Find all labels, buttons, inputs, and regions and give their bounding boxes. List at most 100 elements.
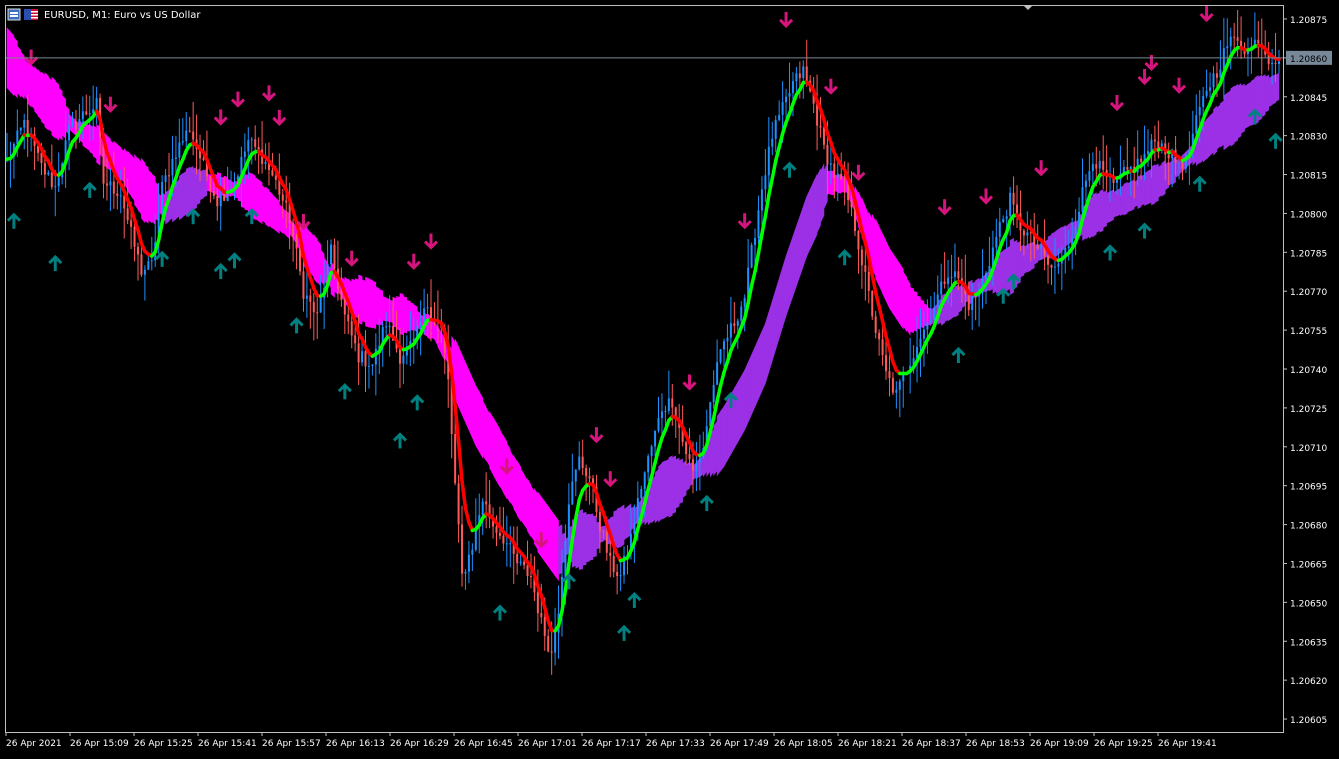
candle-body bbox=[1116, 180, 1118, 183]
ribbon-segment bbox=[824, 163, 827, 208]
candle-body bbox=[944, 281, 946, 284]
candle-body bbox=[1085, 181, 1087, 188]
ribbon-segment bbox=[872, 214, 875, 276]
ribbon-segment bbox=[490, 412, 493, 474]
ribbon-segment bbox=[152, 174, 155, 224]
ribbon-segment bbox=[734, 382, 737, 448]
ribbon-segment bbox=[552, 511, 555, 575]
candle-body bbox=[223, 194, 225, 201]
candle-body bbox=[16, 131, 18, 144]
ribbon-segment bbox=[817, 169, 820, 233]
candle-body bbox=[764, 175, 766, 189]
ribbon-segment bbox=[379, 289, 382, 325]
ribbon-segment bbox=[431, 319, 434, 339]
candle-body bbox=[789, 93, 791, 97]
ribbon-segment bbox=[814, 175, 817, 242]
candle-body bbox=[751, 245, 753, 268]
candle-body bbox=[520, 562, 522, 564]
candle-body bbox=[820, 126, 822, 128]
candle-body bbox=[402, 356, 404, 364]
x-tick-label: 26 Apr 16:29 bbox=[390, 739, 449, 749]
ribbon-segment bbox=[179, 174, 182, 220]
ribbon-segment bbox=[1214, 106, 1217, 155]
candle-body bbox=[306, 296, 308, 299]
ribbon-segment bbox=[52, 77, 55, 138]
ribbon-segment bbox=[1231, 86, 1234, 146]
ribbon-segment bbox=[555, 516, 558, 580]
candle-body bbox=[830, 163, 832, 164]
ribbon-segment bbox=[41, 72, 44, 125]
candle-body bbox=[347, 314, 349, 321]
candle-body bbox=[851, 200, 853, 207]
ribbon-segment bbox=[510, 451, 513, 507]
candle-body bbox=[351, 321, 353, 335]
ribbon-segment bbox=[259, 180, 262, 224]
ribbon-segment bbox=[617, 508, 620, 548]
candle-body bbox=[616, 572, 618, 576]
candle-body bbox=[664, 411, 666, 412]
candle-body bbox=[1181, 162, 1183, 168]
candle-body bbox=[613, 556, 615, 572]
candle-body bbox=[999, 222, 1001, 237]
ribbon-segment bbox=[1062, 225, 1065, 250]
ribbon-segment bbox=[500, 430, 503, 492]
chart-background bbox=[0, 0, 1339, 755]
candle-body bbox=[299, 249, 301, 272]
candle-body bbox=[878, 333, 880, 339]
candle-body bbox=[575, 469, 577, 481]
ribbon-segment bbox=[393, 298, 396, 328]
ribbon-segment bbox=[721, 407, 724, 471]
candle-body bbox=[633, 523, 635, 534]
ribbon-segment bbox=[469, 370, 472, 437]
x-tick-label: 26 Apr 17:49 bbox=[710, 739, 769, 749]
candle-body bbox=[861, 250, 863, 266]
ribbon-segment bbox=[786, 246, 789, 316]
candle-body bbox=[265, 162, 267, 164]
ribbon-segment bbox=[17, 46, 20, 96]
candle-body bbox=[761, 189, 763, 210]
ribbon-segment bbox=[790, 236, 793, 306]
ribbon-segment bbox=[769, 301, 772, 372]
ribbon-segment bbox=[528, 479, 531, 537]
candle-body bbox=[258, 147, 260, 150]
candle-body bbox=[1216, 73, 1218, 77]
candle-body bbox=[320, 298, 322, 312]
candle-body bbox=[251, 139, 253, 140]
candle-body bbox=[420, 322, 422, 325]
ribbon-segment bbox=[683, 461, 686, 498]
candle-body bbox=[340, 290, 342, 300]
candle-body bbox=[1040, 245, 1042, 248]
ribbon-segment bbox=[821, 164, 824, 223]
candle-body bbox=[695, 463, 697, 471]
ribbon-segment bbox=[889, 248, 892, 313]
candle-body bbox=[554, 633, 556, 653]
candle-body bbox=[923, 330, 925, 339]
y-tick-label: 1.20740 bbox=[1290, 366, 1327, 376]
ribbon-segment bbox=[59, 88, 62, 140]
ribbon-segment bbox=[459, 347, 462, 414]
chart-icon[interactable] bbox=[8, 9, 20, 20]
ribbon-segment bbox=[1024, 245, 1027, 273]
y-tick-label: 1.20725 bbox=[1290, 405, 1327, 415]
ribbon-segment bbox=[38, 70, 41, 120]
candle-body bbox=[692, 459, 694, 470]
ribbon-segment bbox=[1000, 251, 1003, 295]
ribbon-segment bbox=[190, 166, 193, 213]
ribbon-segment bbox=[266, 187, 269, 227]
x-tick-label: 26 Apr 15:25 bbox=[134, 739, 193, 749]
ribbon-segment bbox=[483, 401, 486, 461]
candle-body bbox=[871, 291, 873, 317]
candle-body bbox=[726, 338, 728, 342]
candle-body bbox=[568, 504, 570, 540]
ribbon-segment bbox=[776, 279, 779, 350]
candle-body bbox=[482, 501, 484, 515]
candle-body bbox=[71, 121, 73, 124]
candle-body bbox=[82, 111, 84, 119]
candle-body bbox=[175, 158, 177, 159]
ribbon-segment bbox=[1145, 171, 1148, 205]
candle-body bbox=[899, 381, 901, 390]
x-tick-label: 26 Apr 2021 bbox=[6, 739, 62, 749]
ribbon-segment bbox=[1103, 191, 1106, 228]
ribbon-segment bbox=[141, 159, 144, 223]
candle-body bbox=[799, 73, 801, 78]
